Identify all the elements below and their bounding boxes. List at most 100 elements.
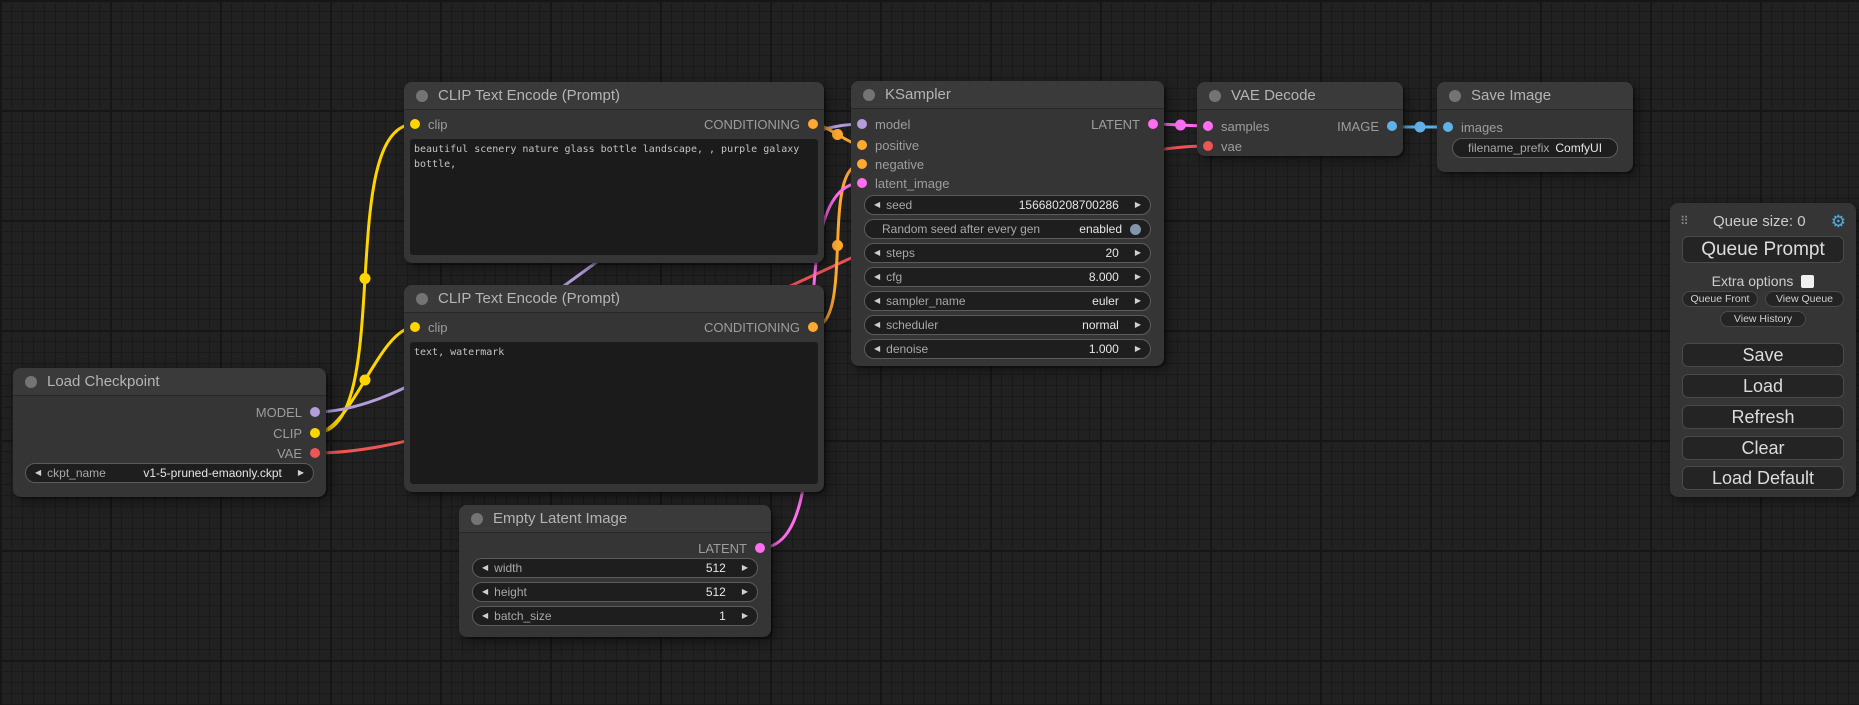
collapse-dot-icon[interactable] xyxy=(863,89,875,101)
increment-arrow-icon[interactable]: ▶ xyxy=(1135,249,1141,257)
toggle-indicator-icon[interactable] xyxy=(1130,224,1141,235)
model-output-dot-icon[interactable] xyxy=(310,407,320,417)
node-title-bar[interactable]: VAE Decode xyxy=(1197,82,1403,110)
batch-size-widget[interactable]: ◀ batch_size 1 ▶ xyxy=(472,606,758,626)
latent-output-dot-icon[interactable] xyxy=(755,543,765,553)
output-slot-image[interactable]: IMAGE xyxy=(1337,118,1397,134)
node-load-checkpoint[interactable]: Load Checkpoint MODEL CLIP VAE ◀ ckpt_na… xyxy=(13,368,326,497)
increment-arrow-icon[interactable]: ▶ xyxy=(742,588,748,596)
clear-button[interactable]: Clear xyxy=(1682,436,1844,460)
conditioning-input-dot-icon[interactable] xyxy=(857,140,867,150)
increment-arrow-icon[interactable]: ▶ xyxy=(298,469,304,477)
input-slot-clip[interactable]: clip xyxy=(410,116,448,132)
extra-options-checkbox[interactable] xyxy=(1801,275,1814,288)
decrement-arrow-icon[interactable]: ◀ xyxy=(874,321,880,329)
link-midpoint-dot[interactable] xyxy=(360,273,371,284)
output-slot-conditioning[interactable]: CONDITIONING xyxy=(704,319,818,335)
collapse-dot-icon[interactable] xyxy=(416,293,428,305)
increment-arrow-icon[interactable]: ▶ xyxy=(1135,273,1141,281)
node-empty-latent-image[interactable]: Empty Latent Image LATENT ◀ width 512 ▶ … xyxy=(459,505,771,637)
sampler-name-widget[interactable]: ◀ sampler_name euler ▶ xyxy=(864,291,1151,311)
output-slot-vae[interactable]: VAE xyxy=(277,445,320,461)
load-default-button[interactable]: Load Default xyxy=(1682,466,1844,490)
node-title-bar[interactable]: KSampler xyxy=(851,81,1164,109)
output-slot-conditioning[interactable]: CONDITIONING xyxy=(704,116,818,132)
node-title-bar[interactable]: Empty Latent Image xyxy=(459,505,771,533)
height-widget[interactable]: ◀ height 512 ▶ xyxy=(472,582,758,602)
ckpt-name-widget[interactable]: ◀ ckpt_name v1-5-pruned-emaonly.ckpt ▶ xyxy=(25,463,314,483)
node-title-bar[interactable]: Load Checkpoint xyxy=(13,368,326,396)
vae-input-dot-icon[interactable] xyxy=(1203,141,1213,151)
queue-prompt-button[interactable]: Queue Prompt xyxy=(1682,236,1844,263)
increment-arrow-icon[interactable]: ▶ xyxy=(742,612,748,620)
input-slot-model[interactable]: model xyxy=(857,116,910,132)
input-slot-positive[interactable]: positive xyxy=(857,137,919,153)
cfg-widget[interactable]: ◀ cfg 8.000 ▶ xyxy=(864,267,1151,287)
random-seed-toggle-widget[interactable]: Random seed after every gen enabled xyxy=(864,219,1151,239)
increment-arrow-icon[interactable]: ▶ xyxy=(1135,297,1141,305)
latent-input-dot-icon[interactable] xyxy=(857,178,867,188)
view-history-button[interactable]: View History xyxy=(1720,311,1806,327)
collapse-dot-icon[interactable] xyxy=(1449,90,1461,102)
conditioning-input-dot-icon[interactable] xyxy=(857,159,867,169)
output-slot-latent[interactable]: LATENT xyxy=(1091,116,1158,132)
increment-arrow-icon[interactable]: ▶ xyxy=(1135,321,1141,329)
link-midpoint-dot[interactable] xyxy=(832,240,843,251)
node-save-image[interactable]: Save Image images filename_prefix ComfyU… xyxy=(1437,82,1633,172)
decrement-arrow-icon[interactable]: ◀ xyxy=(874,201,880,209)
decrement-arrow-icon[interactable]: ◀ xyxy=(482,564,488,572)
output-slot-model[interactable]: MODEL xyxy=(256,404,320,420)
clip-input-dot-icon[interactable] xyxy=(410,322,420,332)
image-input-dot-icon[interactable] xyxy=(1443,122,1453,132)
link-midpoint-dot[interactable] xyxy=(360,375,371,386)
decrement-arrow-icon[interactable]: ◀ xyxy=(874,249,880,257)
decrement-arrow-icon[interactable]: ◀ xyxy=(874,345,880,353)
node-title-bar[interactable]: CLIP Text Encode (Prompt) xyxy=(404,82,824,110)
decrement-arrow-icon[interactable]: ◀ xyxy=(482,612,488,620)
input-slot-negative[interactable]: negative xyxy=(857,156,924,172)
decrement-arrow-icon[interactable]: ◀ xyxy=(874,273,880,281)
positive-prompt-textarea[interactable]: beautiful scenery nature glass bottle la… xyxy=(410,139,818,255)
collapse-dot-icon[interactable] xyxy=(416,90,428,102)
input-slot-images[interactable]: images xyxy=(1443,119,1503,135)
output-slot-latent[interactable]: LATENT xyxy=(698,540,765,556)
collapse-dot-icon[interactable] xyxy=(25,376,37,388)
input-slot-samples[interactable]: samples xyxy=(1203,118,1269,134)
steps-widget[interactable]: ◀ steps 20 ▶ xyxy=(864,243,1151,263)
decrement-arrow-icon[interactable]: ◀ xyxy=(482,588,488,596)
node-title-bar[interactable]: Save Image xyxy=(1437,82,1633,110)
input-slot-clip[interactable]: clip xyxy=(410,319,448,335)
collapse-dot-icon[interactable] xyxy=(471,513,483,525)
link-midpoint-dot[interactable] xyxy=(832,129,843,140)
queue-front-button[interactable]: Queue Front xyxy=(1682,291,1758,307)
increment-arrow-icon[interactable]: ▶ xyxy=(742,564,748,572)
conditioning-output-dot-icon[interactable] xyxy=(808,322,818,332)
decrement-arrow-icon[interactable]: ◀ xyxy=(874,297,880,305)
filename-prefix-widget[interactable]: filename_prefix ComfyUI xyxy=(1452,138,1618,158)
node-title-bar[interactable]: CLIP Text Encode (Prompt) xyxy=(404,285,824,313)
vae-output-dot-icon[interactable] xyxy=(310,448,320,458)
negative-prompt-textarea[interactable]: text, watermark xyxy=(410,342,818,484)
refresh-button[interactable]: Refresh xyxy=(1682,405,1844,429)
view-queue-button[interactable]: View Queue xyxy=(1765,291,1844,307)
input-slot-latent-image[interactable]: latent_image xyxy=(857,175,949,191)
clip-output-dot-icon[interactable] xyxy=(310,428,320,438)
node-clip-text-encode-negative[interactable]: CLIP Text Encode (Prompt) clip CONDITION… xyxy=(404,285,824,492)
output-slot-clip[interactable]: CLIP xyxy=(273,425,320,441)
load-button[interactable]: Load xyxy=(1682,374,1844,398)
width-widget[interactable]: ◀ width 512 ▶ xyxy=(472,558,758,578)
link-midpoint-dot[interactable] xyxy=(1415,122,1426,133)
latent-output-dot-icon[interactable] xyxy=(1148,119,1158,129)
increment-arrow-icon[interactable]: ▶ xyxy=(1135,201,1141,209)
denoise-widget[interactable]: ◀ denoise 1.000 ▶ xyxy=(864,339,1151,359)
input-slot-vae[interactable]: vae xyxy=(1203,138,1242,154)
decrement-arrow-icon[interactable]: ◀ xyxy=(35,469,41,477)
node-vae-decode[interactable]: VAE Decode samples vae IMAGE xyxy=(1197,82,1403,156)
node-ksampler[interactable]: KSampler model positive negative latent_… xyxy=(851,81,1164,366)
drag-handle-icon[interactable]: ⠿ xyxy=(1680,214,1688,228)
conditioning-output-dot-icon[interactable] xyxy=(808,119,818,129)
model-input-dot-icon[interactable] xyxy=(857,119,867,129)
node-clip-text-encode-positive[interactable]: CLIP Text Encode (Prompt) clip CONDITION… xyxy=(404,82,824,263)
clip-input-dot-icon[interactable] xyxy=(410,119,420,129)
scheduler-widget[interactable]: ◀ scheduler normal ▶ xyxy=(864,315,1151,335)
